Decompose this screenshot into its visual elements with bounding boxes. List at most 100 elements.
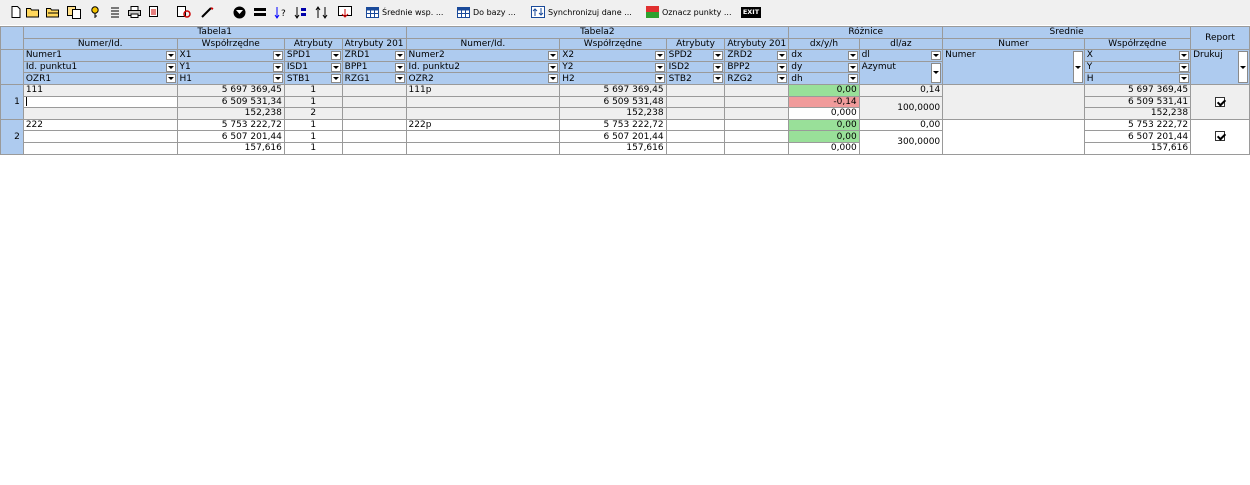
dropdown-arrow-icon[interactable] bbox=[548, 74, 559, 84]
config-select[interactable]: Id. punktu1 bbox=[22, 60, 178, 74]
t1-atr-cell[interactable]: 1 bbox=[283, 130, 343, 143]
t1-wsp-cell[interactable]: 152,238 bbox=[176, 107, 285, 120]
config-select[interactable]: Numer2 bbox=[405, 49, 561, 62]
config-select[interactable]: dl bbox=[858, 49, 944, 62]
config-select[interactable]: dy bbox=[788, 60, 860, 74]
r-dx-cell[interactable]: 0,00 bbox=[788, 130, 860, 143]
t2-atr-cell[interactable] bbox=[665, 83, 726, 97]
dropdown-arrow-icon[interactable] bbox=[931, 51, 942, 61]
sort-question-icon[interactable]: ? bbox=[273, 3, 289, 21]
config-select[interactable]: ZRD2 bbox=[724, 49, 790, 62]
dropdown-arrow-icon[interactable] bbox=[272, 74, 283, 84]
t1-atr-cell[interactable]: 1 bbox=[283, 95, 343, 109]
dropdown-arrow-icon[interactable] bbox=[931, 62, 942, 83]
synchronizuj-dane-button[interactable]: Synchronizuj dane ... bbox=[531, 3, 632, 21]
t2-atr-cell[interactable] bbox=[665, 130, 726, 143]
t2-atr201-cell[interactable] bbox=[724, 83, 790, 97]
t2-atr-cell[interactable] bbox=[665, 95, 726, 109]
config-select[interactable]: BPP2 bbox=[724, 60, 790, 74]
t1-atr201-cell[interactable] bbox=[341, 95, 407, 109]
t1-atr-header[interactable]: Atrybuty bbox=[283, 37, 343, 51]
t2-numer-cell[interactable] bbox=[405, 95, 561, 109]
t2-atr-header[interactable]: Atrybuty bbox=[665, 37, 726, 51]
dropdown-arrow-icon[interactable] bbox=[165, 62, 176, 72]
t1-wsp-cell[interactable]: 5 753 222,72 bbox=[176, 118, 285, 132]
t2-numer-cell[interactable]: 111p bbox=[405, 83, 561, 97]
s-wsp-cell[interactable]: 6 507 201,44 bbox=[1083, 130, 1192, 143]
dropdown-arrow-icon[interactable] bbox=[654, 74, 665, 84]
r-dx-cell[interactable]: -0,14 bbox=[788, 95, 860, 109]
t1-numer-cell[interactable]: 111 bbox=[22, 83, 178, 97]
config-select[interactable]: Azymut bbox=[858, 60, 944, 85]
t1-atr201-cell[interactable] bbox=[341, 83, 407, 97]
dropdown-arrow-icon[interactable] bbox=[394, 74, 405, 84]
dropdown-arrow-icon[interactable] bbox=[847, 74, 858, 84]
r-dx-cell[interactable]: 0,00 bbox=[788, 118, 860, 132]
s-wsp-header[interactable]: Współrzędne bbox=[1083, 37, 1192, 51]
pencil-icon[interactable] bbox=[198, 3, 216, 21]
config-select[interactable]: OZR1 bbox=[22, 72, 178, 85]
dropdown-arrow-icon[interactable] bbox=[394, 62, 405, 72]
report-cell[interactable] bbox=[1190, 118, 1250, 155]
t1-numer-header[interactable]: Numer/Id. bbox=[22, 37, 178, 51]
s-numer-header[interactable]: Numer bbox=[942, 37, 1085, 51]
dropdown-arrow-icon[interactable] bbox=[713, 74, 724, 84]
t2-wsp-cell[interactable]: 157,616 bbox=[559, 141, 667, 155]
exit-button[interactable]: EXIT bbox=[740, 3, 762, 21]
r-dx-header[interactable]: dx/y/h bbox=[788, 37, 860, 51]
dropdown-arrow-icon[interactable] bbox=[777, 51, 788, 61]
dropdown-arrow-icon[interactable] bbox=[330, 74, 341, 84]
config-select[interactable]: dh bbox=[788, 72, 860, 85]
dropdown-arrow-icon[interactable] bbox=[272, 51, 283, 61]
t1-numer-cell[interactable] bbox=[22, 95, 178, 109]
config-select[interactable]: Y1 bbox=[176, 60, 285, 74]
config-select[interactable]: RZG2 bbox=[724, 72, 790, 85]
dropdown-arrow-icon[interactable] bbox=[713, 51, 724, 61]
dropdown-arrow-icon[interactable] bbox=[394, 51, 405, 61]
r-az-cell[interactable]: 300,0000 bbox=[858, 130, 944, 155]
config-select[interactable]: SPD1 bbox=[283, 49, 343, 62]
dropdown-arrow-icon[interactable] bbox=[1072, 51, 1083, 83]
config-select[interactable]: X bbox=[1083, 49, 1192, 62]
config-select[interactable]: STB2 bbox=[665, 72, 726, 85]
t2-numer-cell[interactable] bbox=[405, 141, 561, 155]
r-dl-cell[interactable]: 0,14 bbox=[858, 83, 944, 97]
open-folder-icon[interactable] bbox=[25, 3, 41, 21]
oznacz-punkty-button[interactable]: Oznacz punkty ... bbox=[646, 3, 732, 21]
dropdown-arrow-icon[interactable] bbox=[713, 62, 724, 72]
config-select[interactable]: H bbox=[1083, 72, 1192, 85]
config-select[interactable]: X1 bbox=[176, 49, 285, 62]
config-select[interactable]: Numer bbox=[942, 49, 1085, 85]
t1-atr-cell[interactable]: 1 bbox=[283, 118, 343, 132]
config-select[interactable]: Y bbox=[1083, 60, 1192, 74]
t2-atr-cell[interactable] bbox=[665, 118, 726, 132]
config-select[interactable]: ZRD1 bbox=[341, 49, 407, 62]
config-select[interactable]: SPD2 bbox=[665, 49, 726, 62]
t1-atr201-cell[interactable] bbox=[341, 118, 407, 132]
t1-wsp-cell[interactable]: 6 509 531,34 bbox=[176, 95, 285, 109]
find-icon[interactable] bbox=[175, 3, 193, 21]
dropdown-arrow-icon[interactable] bbox=[1179, 74, 1190, 84]
config-select[interactable]: ISD2 bbox=[665, 60, 726, 74]
report-checkbox[interactable] bbox=[1215, 131, 1226, 142]
t2-atr201-cell[interactable] bbox=[724, 141, 790, 155]
dropdown-arrow-icon[interactable] bbox=[777, 74, 788, 84]
t2-atr-cell[interactable] bbox=[665, 141, 726, 155]
t1-numer-cell[interactable] bbox=[22, 130, 178, 143]
new-file-icon[interactable] bbox=[8, 3, 24, 21]
row-index[interactable]: 1 bbox=[0, 83, 24, 120]
list-icon[interactable] bbox=[107, 3, 123, 21]
t2-numer-cell[interactable] bbox=[405, 130, 561, 143]
dropdown-arrow-icon[interactable] bbox=[165, 74, 176, 84]
config-select[interactable]: dx bbox=[788, 49, 860, 62]
table-row[interactable]: 2 222 5 753 222,72 1 222p 5 753 222,72 0… bbox=[0, 118, 1250, 155]
t1-numer-cell[interactable] bbox=[22, 107, 178, 120]
t2-atr201-cell[interactable] bbox=[724, 130, 790, 143]
t2-wsp-cell[interactable]: 5 753 222,72 bbox=[559, 118, 667, 132]
t2-wsp-cell[interactable]: 5 697 369,45 bbox=[559, 83, 667, 97]
r-dl-header[interactable]: dl/az bbox=[858, 37, 944, 51]
t2-atr201-cell[interactable] bbox=[724, 118, 790, 132]
dropdown-arrow-icon[interactable] bbox=[548, 62, 559, 72]
t1-atr201-cell[interactable] bbox=[341, 130, 407, 143]
dropdown-arrow-icon[interactable] bbox=[1238, 51, 1248, 83]
